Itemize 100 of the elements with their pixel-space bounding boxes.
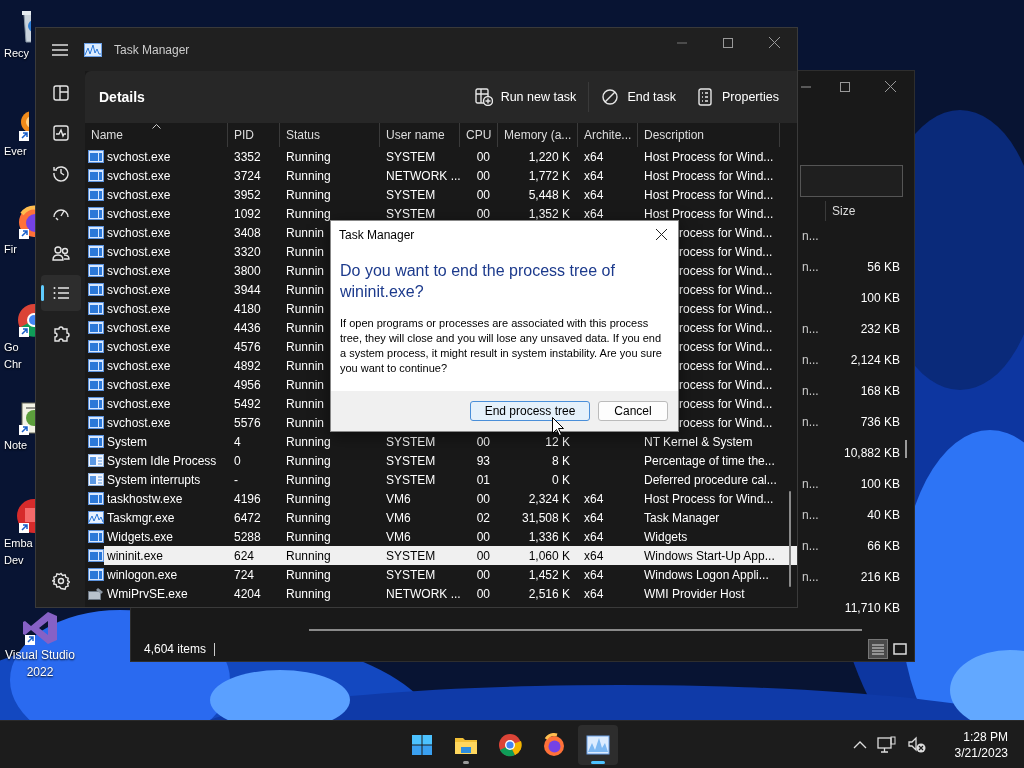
process-name: taskhostw.exe <box>107 491 183 506</box>
dialog-heading: Do you want to end the process tree of wininit.exe? <box>340 261 616 302</box>
table-cell: Windows Start-Up App... <box>644 548 775 563</box>
table-cell: rocess for Wind... <box>679 282 773 297</box>
table-cell: 4576 <box>234 339 261 354</box>
table-cell: 8 K <box>552 453 570 468</box>
process-name: svchost.exe <box>107 168 171 183</box>
table-cell: rocess for Wind... <box>679 320 773 335</box>
process-name: svchost.exe <box>107 225 171 240</box>
process-name: Taskmgr.exe <box>107 510 175 525</box>
table-cell-text: 100 KB <box>859 476 900 491</box>
icon-label: Emba <box>4 536 33 551</box>
icon-label: 2022 <box>26 665 54 680</box>
table-cell-text: n... <box>802 414 820 429</box>
table-cell: SYSTEM <box>386 187 436 202</box>
process-name: svchost.exe <box>107 263 171 278</box>
table-cell-text: n... <box>802 538 820 553</box>
table-cell-text: n... <box>802 507 820 522</box>
table-cell: 00 <box>476 491 490 506</box>
table-cell: 4956 <box>234 377 261 392</box>
table-cell-text: 232 KB <box>859 322 900 337</box>
process-name: svchost.exe <box>107 377 171 392</box>
process-name: svchost.exe <box>107 339 171 354</box>
process-name: WmiPrvSE.exe <box>107 586 188 601</box>
table-cell: 00 <box>476 187 490 202</box>
icon-label: Recy <box>4 46 30 61</box>
table-cell: 00 <box>476 149 490 164</box>
process-name: svchost.exe <box>107 358 171 373</box>
table-cell: 3320 <box>234 244 261 259</box>
table-cell: 1092 <box>234 206 261 221</box>
table-cell: rocess for Wind... <box>679 225 773 240</box>
table-cell: x64 <box>584 586 604 601</box>
table-cell: x64 <box>584 529 604 544</box>
table-cell: Host Process for Wind... <box>644 187 774 202</box>
table-cell: 00 <box>476 586 490 601</box>
table-cell: 624 <box>234 548 255 563</box>
table-cell: Host Process for Wind... <box>644 206 774 221</box>
table-cell: Host Process for Wind... <box>644 168 774 183</box>
table-cell: 1,336 K <box>528 529 570 544</box>
table-cell: Percentage of time the... <box>644 453 775 468</box>
table-cell: 3944 <box>234 282 261 297</box>
table-cell: x64 <box>584 206 604 221</box>
table-cell: SYSTEM <box>386 567 436 582</box>
table-cell: Running <box>286 149 331 164</box>
table-cell: VM6 <box>386 491 411 506</box>
table-cell: Runnin <box>286 301 325 316</box>
dialog-title: Task Manager <box>339 227 415 242</box>
table-cell: SYSTEM <box>386 206 436 221</box>
table-cell: 2,516 K <box>528 586 570 601</box>
table-cell: 5288 <box>234 529 261 544</box>
table-cell: Runnin <box>286 358 325 373</box>
table-cell: 3408 <box>234 225 261 240</box>
window-title: Task Manager <box>114 42 190 57</box>
table-cell: x64 <box>584 491 604 506</box>
table-cell: 1,772 K <box>528 168 570 183</box>
table-cell: Running <box>286 529 331 544</box>
table-cell: 5492 <box>234 396 261 411</box>
table-cell: SYSTEM <box>386 434 436 449</box>
table-cell-text: 2,124 KB <box>849 353 900 368</box>
process-name: svchost.exe <box>107 206 171 221</box>
table-cell: x64 <box>584 187 604 202</box>
table-cell: 4204 <box>234 586 261 601</box>
table-cell-text: n... <box>802 322 820 337</box>
table-cell: Runnin <box>286 396 325 411</box>
process-name: winlogon.exe <box>107 567 178 582</box>
table-cell: 93 <box>476 453 490 468</box>
dialog-message: If open programs or processes are associated with this process tree, they will close and you will lose any unsaved data. If you end a system process, it might result in system instability. Are you sure you want to continue? <box>340 316 663 376</box>
table-cell: rocess for Wind... <box>679 301 773 316</box>
table-cell: 3352 <box>234 149 261 164</box>
table-cell: 1,452 K <box>528 567 570 582</box>
table-cell-text: n... <box>802 229 820 244</box>
table-cell: 5576 <box>234 415 261 430</box>
process-name: svchost.exe <box>107 149 171 164</box>
table-cell-text: 216 KB <box>859 569 900 584</box>
table-cell: NETWORK ... <box>386 586 461 601</box>
table-cell: Host Process for Wind... <box>644 149 774 164</box>
table-cell: NETWORK ... <box>386 168 461 183</box>
table-cell: 4196 <box>234 491 261 506</box>
process-name: wininit.exe <box>107 548 164 563</box>
table-cell: Runnin <box>286 244 325 259</box>
table-cell-text: 168 KB <box>859 384 900 398</box>
table-cell: Task Manager <box>644 510 720 525</box>
table-cell: Runnin <box>286 282 325 297</box>
table-cell: SYSTEM <box>386 149 436 164</box>
table-cell-text: n... <box>802 384 820 398</box>
table-cell: rocess for Wind... <box>679 396 773 411</box>
table-cell: 31,508 K <box>521 510 570 525</box>
table-cell: 0 K <box>552 472 570 487</box>
table-cell: Running <box>286 453 331 468</box>
table-cell: SYSTEM <box>386 548 436 563</box>
table-cell: 00 <box>476 168 490 183</box>
table-cell-text: n... <box>802 476 820 491</box>
table-cell: 4436 <box>234 320 261 335</box>
table-cell: Runnin <box>286 225 325 240</box>
table-cell: Running <box>286 567 331 582</box>
table-cell: Runnin <box>286 320 325 335</box>
table-cell: 4892 <box>234 358 261 373</box>
table-cell: 4 <box>234 434 241 449</box>
table-cell: rocess for Wind... <box>679 263 773 278</box>
table-cell: Runnin <box>286 377 325 392</box>
